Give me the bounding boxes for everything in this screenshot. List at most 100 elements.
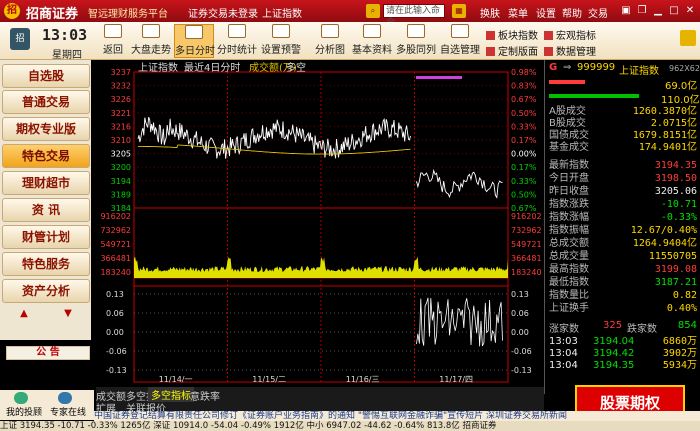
hotline-1: 客服电话：95565	[0, 367, 74, 377]
pct-tick-label: 0.50%	[511, 190, 537, 199]
tick-volume: 5934万	[662, 360, 697, 371]
sidebar-item-wealth-market[interactable]: 理财超市	[2, 171, 90, 195]
index-stat-row-value: 3199.08	[654, 264, 697, 275]
expert-online-button[interactable]: 专家在线	[50, 405, 86, 418]
indicator-tick-label: 0.06	[106, 309, 124, 318]
my-advisor-button[interactable]: 我的投顾	[6, 405, 42, 418]
multi-day-timeshare-button[interactable]: 多日分时	[174, 24, 215, 58]
pct-tick-label: 0.17%	[511, 136, 537, 145]
tick-price: 3194.04	[593, 336, 635, 347]
sidebar-item-options[interactable]: 期权专业版	[2, 117, 90, 141]
menu-help[interactable]: 帮助	[562, 5, 582, 20]
index-stat-row-label: 总成交量	[549, 251, 589, 262]
sidebar: 自选股 普通交易 期权专业版 特色交易 理财超市 资 讯 财管计划 特色服务 资…	[0, 60, 91, 340]
scroll-up-icon[interactable]: ▲	[4, 308, 44, 320]
sidebar-item-special-trade[interactable]: 特色交易	[2, 144, 90, 168]
login-status[interactable]: 证券交易未登录	[188, 5, 258, 20]
index-stat-row: 最低指数 3187.21	[549, 277, 699, 289]
date-tick-label: 11/15/二	[252, 375, 286, 384]
command-input[interactable]: 请在此输入命令	[383, 4, 445, 28]
volume-tick-label: 916202	[100, 212, 131, 221]
intraday-chart[interactable]: 上证指数 最近4日分时 成交额(万) 多空 323732323226322132…	[96, 60, 544, 392]
volume-tick-label-right: 732962	[511, 226, 542, 235]
volume-tick-label-right: 366481	[511, 254, 542, 263]
sector-index-button[interactable]: 板块指数	[486, 27, 538, 42]
stock-code: 999999	[577, 62, 616, 73]
watchlist-icon	[451, 24, 469, 38]
sidebar-item-asset-analysis[interactable]: 资产分析	[2, 279, 90, 303]
chart-border	[133, 71, 509, 383]
chart-area[interactable]: 上证指数 最近4日分时 成交额(万) 多空 3237 3232 3226 3221 32…	[96, 60, 544, 392]
index-stat-row: 总成交量 11550705	[549, 251, 699, 263]
set-alert-button[interactable]: 设置预警	[260, 24, 302, 58]
price-tick-label: 3200	[111, 163, 131, 172]
menu-settings[interactable]: 设置	[536, 5, 556, 20]
expert-icon	[58, 392, 72, 404]
maximize-icon[interactable]: □	[668, 4, 680, 17]
market-letter: G	[549, 62, 558, 73]
index-stat-row-label: 最新指数	[549, 160, 589, 171]
index-stat-row-label: 总成交额	[549, 238, 589, 249]
sidebar-item-special-service[interactable]: 特色服务	[2, 252, 90, 276]
sidebar-item-normal-trade[interactable]: 普通交易	[2, 90, 90, 114]
grid-icon[interactable]: ▦	[452, 4, 466, 18]
menu-trade[interactable]: 交易	[588, 5, 608, 20]
macro-indicator-button[interactable]: 宏观指标	[544, 27, 596, 42]
turnover-row: B股成交 2.0715亿	[549, 118, 699, 130]
lock-icon[interactable]: ▣	[620, 4, 632, 17]
price-tick-label: 3226	[111, 95, 131, 104]
bar-up-value: 69.0亿	[665, 81, 698, 92]
pct-tick-label: 0.33%	[511, 177, 537, 186]
index-stat-row-label: 指数量比	[549, 290, 589, 301]
down2: 854	[677, 320, 697, 331]
pct-tick-label: 0.83%	[511, 82, 537, 91]
indicator-tick-label-right: 0.06	[511, 309, 529, 318]
announcement-button[interactable]: 公 告	[6, 346, 90, 360]
stock-tag: 962X62	[669, 64, 700, 73]
current-index-label: 上证指数	[262, 9, 302, 20]
turnover-row: 基金成交 174.9401亿	[549, 142, 699, 154]
tick-time: 13:03	[549, 336, 578, 347]
index-stat-row-value: -10.71	[660, 199, 697, 210]
sidebar-item-watchlist[interactable]: 自选股	[2, 64, 90, 88]
index-stat-row-label: 指数振幅	[549, 225, 589, 236]
data-icon	[544, 47, 553, 56]
volume-tick-label: 549721	[100, 240, 131, 249]
search-icon[interactable]: ⌕	[366, 4, 380, 18]
market-trend-button[interactable]: 大盘走势	[130, 24, 172, 58]
average-series-line	[138, 144, 411, 155]
data-manage-button[interactable]: 数据管理	[544, 43, 596, 58]
back-button[interactable]: 返回	[98, 24, 128, 58]
tick-row: 13:03 3194.04 6860万	[549, 336, 699, 348]
multi-stock-button[interactable]: 多股同列	[396, 24, 436, 58]
index-stat-row-label: 昨日收盘	[549, 186, 589, 197]
minimize-icon[interactable]: ▁	[652, 4, 664, 17]
bar-down	[549, 94, 639, 98]
index-stat-row-value: 1264.9404亿	[632, 238, 697, 249]
tick-volume: 6860万	[662, 336, 697, 347]
custom-layout-button[interactable]: 定制版面	[486, 43, 538, 58]
turnover-row-value: 174.9401亿	[638, 142, 697, 153]
basic-info-button[interactable]: 基本资料	[352, 24, 392, 58]
app-logo-icon: 招	[4, 3, 20, 19]
watchlist-manage-button[interactable]: 自选管理	[440, 24, 480, 58]
menu-skin[interactable]: 换肤	[480, 5, 500, 20]
news-marquee[interactable]: 中国证券登记结算有限责任公司修订《证券账户业务指南》的通知 "警惕互联网金融诈骗…	[94, 411, 700, 421]
pct-tick-label: 0.98%	[511, 68, 537, 77]
turnover-row-label: 国债成交	[549, 130, 589, 141]
sidebar-item-wealth-plan[interactable]: 财管计划	[2, 225, 90, 249]
sidebar-item-news[interactable]: 资 讯	[2, 198, 90, 222]
volume-series-area	[134, 256, 508, 278]
date-tick-label: 11/16/三	[346, 375, 380, 384]
close-icon[interactable]: ✕	[684, 4, 696, 17]
tab-fall-rate[interactable]: 意跌率	[190, 388, 220, 403]
chart-tabs: 成交额 多空指标 多空指标 意跌率 扩展 关联报价	[96, 387, 544, 415]
analysis-chart-button[interactable]: 分析图	[312, 24, 348, 58]
menu-main[interactable]: 菜单	[508, 5, 528, 20]
volume-tick-label-right: 183240	[511, 268, 542, 277]
scroll-down-icon[interactable]: ▼	[48, 308, 88, 320]
index-stat-row-label: 上证换手	[549, 303, 589, 314]
timeshare-stats-button[interactable]: 分时统计	[216, 24, 258, 58]
expand-toolbar-icon[interactable]	[680, 30, 696, 46]
restore-icon[interactable]: ❐	[636, 4, 648, 17]
